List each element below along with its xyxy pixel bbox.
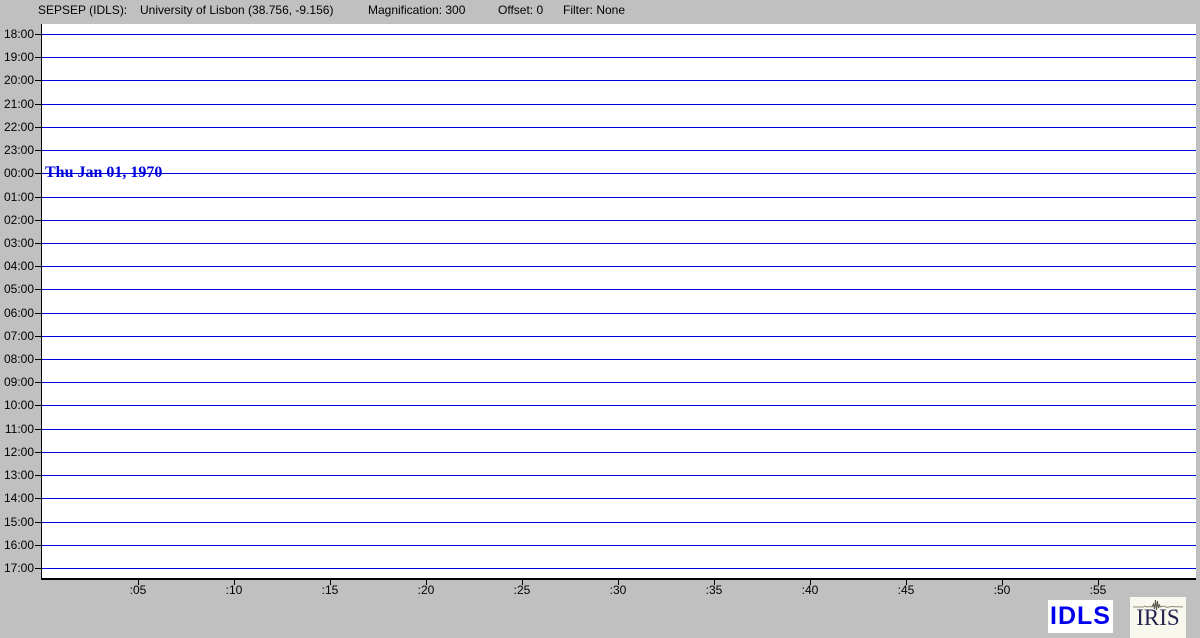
trace-line-18:00 xyxy=(42,34,1196,35)
hour-tick xyxy=(35,544,41,546)
station-location: University of Lisbon (38.756, -9.156) xyxy=(140,3,334,17)
hour-label: 09:00 xyxy=(3,375,34,390)
hour-label: 04:00 xyxy=(3,259,34,274)
seismogram-plot-canvas[interactable]: Thu Jan 01, 1970 xyxy=(41,24,1196,580)
trace-line-21:00 xyxy=(42,103,1196,105)
hour-label: 19:00 xyxy=(3,50,34,65)
trace-line-17:00 xyxy=(42,567,1196,569)
minute-label: :30 xyxy=(609,583,627,597)
minute-label: :35 xyxy=(705,583,723,597)
trace-line-11:00 xyxy=(42,428,1196,430)
trace-line-20:00 xyxy=(42,80,1196,82)
trace-line-13:00 xyxy=(42,475,1196,477)
hour-tick xyxy=(35,173,41,175)
trace-line-15:00 xyxy=(42,521,1196,523)
hour-label: 18:00 xyxy=(3,27,34,41)
hour-tick xyxy=(35,80,41,82)
hour-label: 23:00 xyxy=(3,143,34,158)
minute-label: :40 xyxy=(801,583,819,597)
hour-label: 01:00 xyxy=(3,189,34,204)
minute-label: :20 xyxy=(417,583,435,597)
idls-logo: IDLS xyxy=(1048,600,1113,633)
hour-tick xyxy=(35,103,41,105)
magnification-label: Magnification: 300 xyxy=(368,3,466,17)
minute-label: :55 xyxy=(1089,583,1107,597)
hour-label: 14:00 xyxy=(3,491,34,506)
hour-label: 05:00 xyxy=(3,282,34,297)
minute-label: :15 xyxy=(321,583,339,597)
hour-label: 07:00 xyxy=(3,328,34,343)
trace-line-10:00 xyxy=(42,405,1196,407)
station-label: SEPSEP (IDLS): xyxy=(38,3,128,17)
hour-label: 20:00 xyxy=(3,73,34,88)
hour-tick xyxy=(35,521,41,523)
trace-line-12:00 xyxy=(42,451,1196,453)
hour-label: 17:00 xyxy=(3,560,34,575)
hour-label: 13:00 xyxy=(3,468,34,483)
trace-line-04:00 xyxy=(42,266,1196,268)
trace-line-00:00 xyxy=(42,173,1196,175)
idls-logo-text: IDLS xyxy=(1050,602,1111,630)
hour-tick xyxy=(35,266,41,268)
trace-line-01:00 xyxy=(42,196,1196,198)
hour-label: 22:00 xyxy=(3,119,34,134)
idls-applet-window: { "header": { "station": "SEPSEP (IDLS):… xyxy=(0,0,1200,638)
hour-tick xyxy=(35,382,41,384)
hour-tick xyxy=(35,475,41,477)
hour-tick xyxy=(35,150,41,152)
hour-tick xyxy=(35,498,41,500)
trace-line-05:00 xyxy=(42,289,1196,291)
hour-tick xyxy=(35,196,41,198)
hour-label: 08:00 xyxy=(3,352,34,367)
hour-label: 03:00 xyxy=(3,235,34,250)
hour-tick xyxy=(35,335,41,337)
hour-label: 06:00 xyxy=(3,305,34,320)
offset-label: Offset: 0 xyxy=(498,3,544,17)
trace-line-08:00 xyxy=(42,359,1196,361)
hour-tick xyxy=(35,57,41,59)
trace-line-03:00 xyxy=(42,242,1196,244)
hour-label: 21:00 xyxy=(3,96,34,111)
hour-label: 16:00 xyxy=(3,537,34,552)
trace-line-06:00 xyxy=(42,312,1196,314)
hour-tick xyxy=(35,312,41,314)
minute-label: :45 xyxy=(897,583,915,597)
trace-line-22:00 xyxy=(42,126,1196,128)
hour-tick xyxy=(35,428,41,430)
hour-tick xyxy=(35,126,41,128)
trace-line-09:00 xyxy=(42,382,1196,384)
hour-tick xyxy=(35,359,41,361)
hour-tick xyxy=(35,289,41,291)
trace-line-19:00 xyxy=(42,57,1196,59)
hour-tick xyxy=(35,567,41,569)
hour-tick xyxy=(35,219,41,221)
hour-label: 02:00 xyxy=(3,212,34,227)
minute-label: :25 xyxy=(513,583,531,597)
hour-tick xyxy=(35,451,41,453)
trace-line-16:00 xyxy=(42,544,1196,546)
minute-label: :50 xyxy=(993,583,1011,597)
trace-line-07:00 xyxy=(42,335,1196,337)
iris-logo: IRIS xyxy=(1130,597,1186,638)
hour-label: 11:00 xyxy=(4,421,34,436)
hour-tick xyxy=(35,405,41,407)
trace-line-14:00 xyxy=(42,498,1196,500)
minute-label: :10 xyxy=(225,583,243,597)
trace-line-23:00 xyxy=(42,150,1196,152)
hour-label: 15:00 xyxy=(3,514,34,529)
hour-tick xyxy=(35,34,41,35)
hour-label: 12:00 xyxy=(3,444,34,459)
trace-line-02:00 xyxy=(42,219,1196,221)
filter-label: Filter: None xyxy=(563,3,626,17)
hour-label: 10:00 xyxy=(3,398,34,413)
minute-label: :05 xyxy=(129,583,147,597)
hour-label: 00:00 xyxy=(3,166,34,181)
iris-logo-text: IRIS xyxy=(1136,605,1180,630)
hour-tick xyxy=(35,242,41,244)
